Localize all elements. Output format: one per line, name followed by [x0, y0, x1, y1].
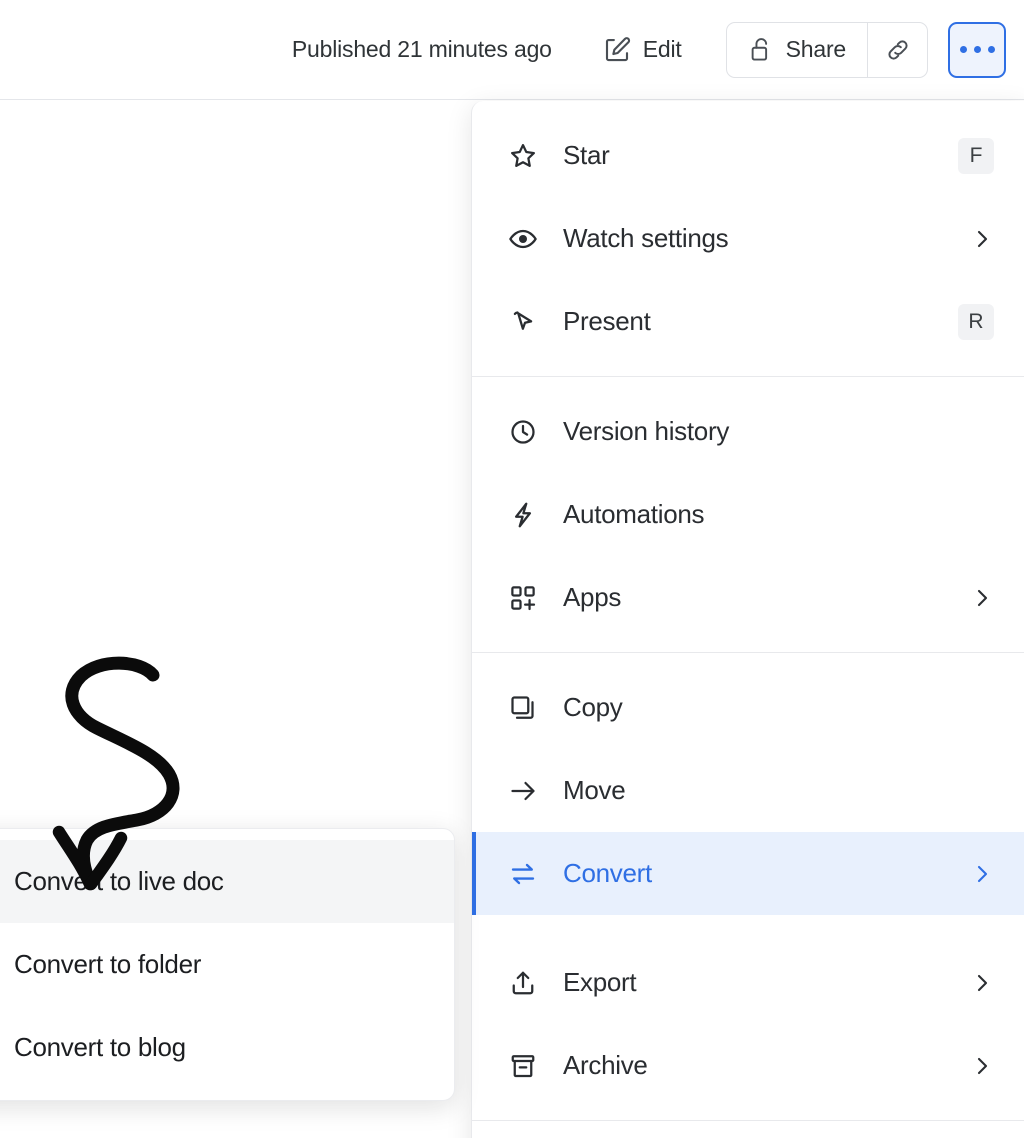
menu-item-label: Star [563, 140, 958, 171]
more-options-button[interactable] [948, 22, 1006, 78]
menu-item-move[interactable]: Move [472, 749, 1024, 832]
more-options-dropdown-menu: Star F Watch settings [471, 101, 1024, 1138]
menu-section-primary: Star F Watch settings [472, 101, 1024, 376]
menu-section-tools: Version history Automations [472, 377, 1024, 652]
submenu-item-convert-to-folder[interactable]: Convert to folder [0, 923, 454, 1006]
copy-icon [507, 692, 539, 724]
header-actions: Published 21 minutes ago Edit [292, 0, 1006, 99]
published-status-text: Published 21 minutes ago [292, 36, 552, 63]
edit-button[interactable]: Edit [588, 24, 696, 76]
menu-item-label: Version history [563, 416, 994, 447]
keyboard-shortcut-badge: F [958, 138, 994, 174]
menu-item-automations[interactable]: Automations [472, 473, 1024, 556]
copy-link-button[interactable] [867, 23, 927, 77]
menu-item-label: Export [563, 967, 970, 998]
submenu-chevron-icon [970, 971, 994, 995]
menu-overflow-region [472, 1121, 1024, 1138]
menu-item-watch-settings[interactable]: Watch settings [472, 197, 1024, 280]
menu-item-copy[interactable]: Copy [472, 666, 1024, 749]
menu-item-label: Copy [563, 692, 994, 723]
menu-item-convert[interactable]: Convert [472, 832, 1024, 915]
edit-button-label: Edit [643, 36, 682, 63]
keyboard-shortcut-badge: R [958, 304, 994, 340]
menu-item-label: Present [563, 306, 958, 337]
menu-item-shortcut: F [958, 138, 994, 174]
menu-item-label: Move [563, 775, 994, 806]
upload-icon [507, 967, 539, 999]
menu-item-star[interactable]: Star F [472, 114, 1024, 197]
unlock-icon [747, 35, 774, 65]
clock-icon [507, 416, 539, 448]
menu-item-label: Automations [563, 499, 994, 530]
menu-item-apps[interactable]: Apps [472, 556, 1024, 639]
menu-item-present[interactable]: Present R [472, 280, 1024, 363]
star-icon [507, 140, 539, 172]
eye-icon [507, 223, 539, 255]
ellipsis-icon [960, 46, 995, 53]
submenu-item-convert-to-live-doc[interactable]: Convert to live doc [0, 840, 454, 923]
menu-section-organize: Copy Move Convert [472, 653, 1024, 928]
convert-arrows-icon [507, 858, 539, 890]
menu-item-archive[interactable]: Archive [472, 1024, 1024, 1107]
share-button-group: Share [726, 22, 928, 78]
menu-item-label: Archive [563, 1050, 970, 1081]
menu-item-shortcut: R [958, 304, 994, 340]
submenu-chevron-icon [970, 227, 994, 251]
submenu-item-label: Convert to blog [14, 1032, 186, 1063]
submenu-item-convert-to-blog[interactable]: Convert to blog [0, 1006, 454, 1089]
apps-grid-plus-icon [507, 582, 539, 614]
arrow-right-icon [507, 775, 539, 807]
convert-submenu: Convert to live doc Convert to folder Co… [0, 828, 455, 1101]
submenu-item-label: Convert to live doc [14, 866, 224, 897]
document-header-bar: Published 21 minutes ago Edit [0, 0, 1024, 100]
menu-item-label: Watch settings [563, 223, 970, 254]
share-button[interactable]: Share [727, 23, 867, 77]
screen-root: Published 21 minutes ago Edit [0, 0, 1024, 1138]
menu-item-version-history[interactable]: Version history [472, 390, 1024, 473]
submenu-item-label: Convert to folder [14, 949, 201, 980]
menu-item-label: Apps [563, 582, 970, 613]
share-button-label: Share [786, 36, 846, 63]
menu-item-label: Convert [563, 858, 970, 889]
pencil-square-icon [602, 35, 632, 65]
lightning-bolt-icon [507, 499, 539, 531]
submenu-chevron-icon [970, 862, 994, 886]
submenu-chevron-icon [970, 586, 994, 610]
menu-section-export: Export Archive [472, 928, 1024, 1120]
archive-box-icon [507, 1050, 539, 1082]
link-chain-icon [884, 36, 912, 64]
menu-item-export[interactable]: Export [472, 941, 1024, 1024]
submenu-chevron-icon [970, 1054, 994, 1078]
cursor-arrow-icon [507, 306, 539, 338]
